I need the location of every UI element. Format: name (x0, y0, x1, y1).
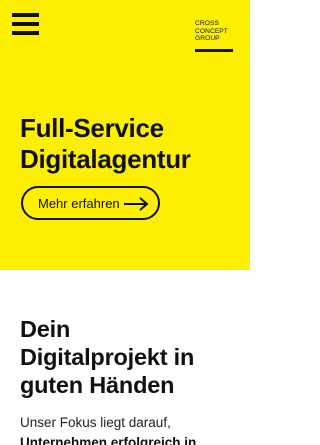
menu-bar (12, 13, 39, 17)
intro-text: Unser Fokus liegt darauf, Unternehmen er… (20, 413, 245, 445)
section-title-line-1: Dein (20, 316, 71, 342)
cta-label: Mehr erfahren (38, 196, 120, 211)
hero-title: Full-Service Digitalagentur (20, 113, 245, 175)
arrow-right-icon (124, 197, 149, 211)
hero-title-line-2: Digitalagentur (20, 144, 191, 174)
logo-line-3: GROUP (195, 35, 220, 43)
page: CROSS CONCEPT GROUP Full-Service Digital… (0, 0, 250, 445)
brand-logo[interactable]: CROSS CONCEPT GROUP (195, 20, 235, 43)
menu-bar (12, 31, 39, 35)
intro-line-1: Unser Fokus liegt darauf, (20, 415, 171, 430)
menu-bar (12, 22, 39, 26)
mehr-erfahren-button[interactable]: Mehr erfahren (21, 186, 160, 220)
section-title: Dein Digitalprojekt in guten Händen (20, 315, 245, 399)
logo-line-2: CONCEPT (195, 27, 228, 35)
hero-section: CROSS CONCEPT GROUP Full-Service Digital… (0, 0, 250, 270)
section-title-line-3: guten Händen (20, 372, 175, 398)
hamburger-menu-icon[interactable] (12, 13, 39, 35)
logo-underline (195, 49, 233, 52)
hero-title-line-1: Full-Service (20, 113, 164, 143)
logo-line-1: CROSS (195, 20, 219, 27)
intro-line-2: Unternehmen erfolgreich in (20, 435, 197, 445)
section-title-line-2: Digitalprojekt in (20, 344, 195, 370)
